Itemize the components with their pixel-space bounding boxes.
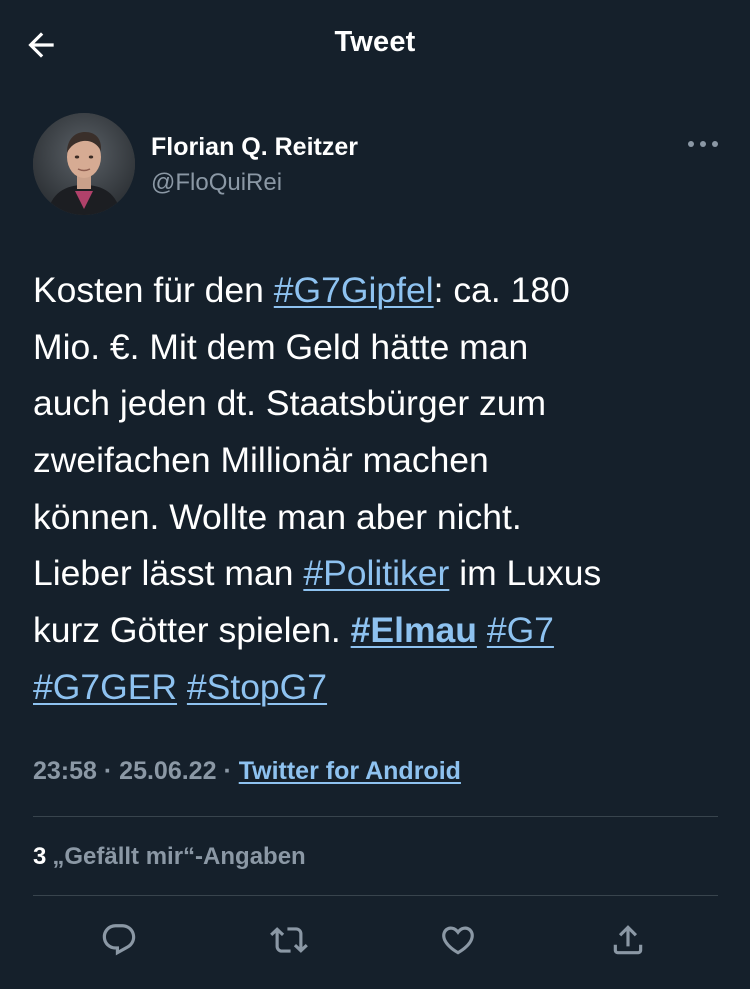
divider: [33, 895, 718, 896]
tweet-text-segment: [477, 610, 487, 650]
like-button[interactable]: [433, 915, 483, 965]
author-handle[interactable]: @FloQuiRei: [151, 169, 282, 197]
hashtag-link[interactable]: #Politiker: [303, 553, 449, 593]
tweet-text-segment: Mio. €. Mit dem Geld hätte man: [33, 326, 529, 367]
share-button[interactable]: [603, 915, 653, 965]
meta-separator: ·: [216, 757, 239, 785]
tweet-text-segment: Kosten für den: [33, 270, 274, 310]
hashtag-link[interactable]: #G7Gipfel: [274, 270, 434, 310]
hashtag-link[interactable]: #G7: [487, 610, 554, 650]
tweet-date: 25.06.22: [119, 757, 217, 785]
tweet-meta: 23:58 · 25.06.22 · Twitter for Android: [33, 757, 461, 786]
retweet-icon: [270, 927, 308, 953]
tweet-text-line: #G7GER #StopG7: [33, 659, 723, 716]
tweet-text-segment: [177, 667, 187, 707]
more-horizontal-icon: [688, 141, 718, 147]
meta-separator: ·: [96, 757, 120, 785]
top-bar: Tweet: [0, 0, 750, 92]
tweet-text-line: auch jeden dt. Staatsbürger zum: [33, 375, 723, 432]
page-title: Tweet: [334, 26, 416, 58]
retweet-button[interactable]: [264, 915, 314, 965]
divider: [33, 816, 718, 817]
tweet-text-line: zweifachen Millionär machen: [33, 432, 723, 489]
action-bar: [0, 915, 750, 965]
tweet-time: 23:58: [33, 757, 97, 785]
author-name[interactable]: Florian Q. Reitzer: [151, 133, 358, 162]
tweet-text-line: Mio. €. Mit dem Geld hätte man: [33, 319, 723, 376]
hashtag-link[interactable]: #StopG7: [187, 667, 327, 707]
tweet-text-segment: Lieber lässt man: [33, 553, 304, 594]
avatar[interactable]: [33, 113, 135, 215]
tweet-text-line: Kosten für den #G7Gipfel: ca. 180: [33, 262, 723, 319]
tweet-text-segment: : ca. 180: [433, 270, 570, 310]
more-button[interactable]: [683, 131, 723, 157]
tweet-text-line: kurz Götter spielen. #Elmau #G7: [33, 602, 723, 659]
tweet-author: Florian Q. Reitzer @FloQuiRei: [33, 113, 723, 218]
like-icon: [442, 926, 474, 955]
likes-count: 3: [33, 843, 47, 870]
reply-button[interactable]: [94, 915, 144, 965]
avatar-photo: [33, 113, 135, 215]
likes-summary[interactable]: 3 „Gefällt mir“-Angaben: [33, 843, 306, 871]
tweet-text-segment: zweifachen Millionär machen: [33, 440, 489, 481]
tweet-source-link[interactable]: Twitter for Android: [239, 757, 461, 785]
hashtag-link[interactable]: #G7GER: [33, 667, 177, 707]
tweet-text: Kosten für den #G7Gipfel: ca. 180 Mio. €.…: [33, 262, 723, 716]
tweet-text-line: können. Wollte man aber nicht.: [33, 489, 723, 546]
tweet-text-segment: kurz Götter spielen.: [33, 610, 351, 651]
share-icon: [613, 925, 643, 955]
hashtag-link[interactable]: #Elmau: [351, 610, 477, 650]
reply-icon: [102, 924, 136, 956]
tweet-text-line: Lieber lässt man #Politiker im Luxus: [33, 545, 723, 602]
likes-label: „Gefällt mir“-Angaben: [52, 843, 306, 870]
tweet-text-segment: im Luxus: [449, 553, 602, 594]
tweet-text-segment: können. Wollte man aber nicht.: [33, 496, 522, 537]
tweet-text-segment: auch jeden dt. Staatsbürger zum: [33, 383, 547, 424]
